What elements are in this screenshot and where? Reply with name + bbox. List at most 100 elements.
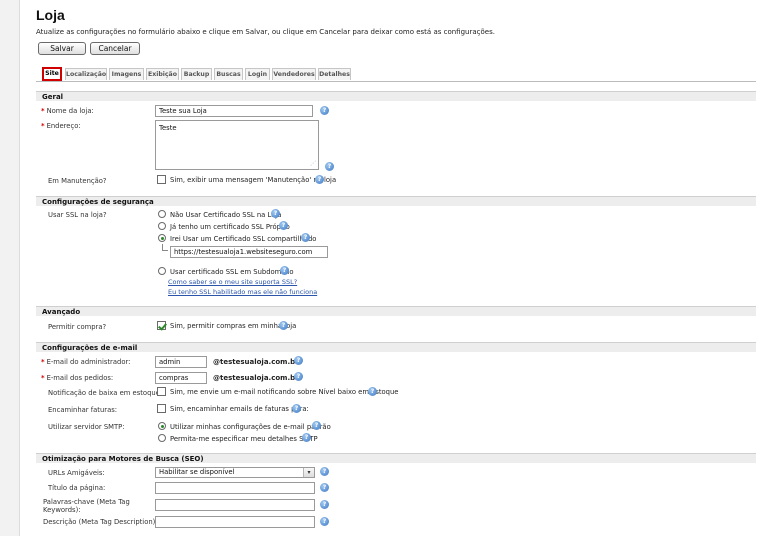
low-stock-label: Notificação de baixa em estoque: bbox=[48, 389, 163, 397]
tab-site[interactable]: Site bbox=[42, 67, 62, 81]
help-icon[interactable]: ? bbox=[325, 162, 334, 171]
smtp-label: Utilizar servidor SMTP: bbox=[48, 423, 125, 431]
shared-ssl-url-input[interactable] bbox=[170, 246, 328, 258]
ssl-option-subdomain-text: Usar certificado SSL em Subdominio bbox=[170, 268, 294, 276]
page-title: Loja bbox=[36, 7, 65, 23]
section-seo-title: Otimização para Motores de Busca (SEO) bbox=[42, 455, 204, 463]
tabs-divider bbox=[36, 81, 756, 82]
left-gutter bbox=[0, 0, 20, 536]
help-icon[interactable]: ? bbox=[315, 175, 324, 184]
tree-connector bbox=[162, 244, 168, 251]
description-label: Descrição (Meta Tag Description): bbox=[43, 518, 158, 526]
orders-email-input[interactable] bbox=[155, 372, 207, 384]
save-button[interactable]: Salvar bbox=[38, 42, 86, 55]
tab-imagens[interactable]: Imagens bbox=[109, 68, 144, 80]
tab-login[interactable]: Login bbox=[245, 68, 270, 80]
orders-email-label: * E-mail dos pedidos: bbox=[41, 374, 114, 382]
invoices-label: Encaminhar faturas: bbox=[48, 406, 118, 414]
ssl-option-own-text: Já tenho um certificado SSL Próprio bbox=[170, 223, 290, 231]
tab-detalhes[interactable]: Detalhes bbox=[318, 68, 351, 80]
page-title-input[interactable] bbox=[155, 482, 315, 494]
low-stock-checkbox[interactable] bbox=[157, 387, 166, 396]
required-marker: * bbox=[41, 122, 45, 130]
required-marker: * bbox=[41, 374, 45, 382]
tab-localizacao[interactable]: Localização bbox=[65, 68, 107, 80]
smtp-custom-radio[interactable] bbox=[158, 434, 166, 442]
help-icon[interactable]: ? bbox=[301, 233, 310, 242]
help-icon[interactable]: ? bbox=[320, 106, 329, 115]
friendly-urls-select[interactable]: Habilitar se disponível ▾ bbox=[155, 467, 315, 478]
section-seo-header: Otimização para Motores de Busca (SEO) bbox=[36, 453, 756, 463]
cancel-button[interactable]: Cancelar bbox=[90, 42, 140, 55]
section-advanced-header: Avançado bbox=[36, 306, 756, 316]
ssl-option-none-text: Não Usar Certificado SSL na Loja bbox=[170, 211, 282, 219]
tab-vendedores[interactable]: Vendedores bbox=[272, 68, 316, 80]
help-icon[interactable]: ? bbox=[279, 221, 288, 230]
chevron-down-icon[interactable]: ▾ bbox=[303, 468, 314, 477]
section-geral-title: Geral bbox=[42, 93, 64, 101]
help-icon[interactable]: ? bbox=[320, 500, 329, 509]
store-name-label: * Nome da loja: bbox=[41, 107, 94, 115]
tab-buscas[interactable]: Buscas bbox=[214, 68, 243, 80]
store-name-input[interactable] bbox=[155, 105, 313, 117]
smtp-default-radio[interactable] bbox=[158, 422, 166, 430]
invoices-option-text: Sim, encaminhar emails de faturas para: bbox=[170, 405, 309, 413]
help-icon[interactable]: ? bbox=[294, 356, 303, 365]
smtp-custom-text: Permita-me especificar meu detalhes SMTP bbox=[170, 435, 318, 443]
invoices-checkbox[interactable] bbox=[157, 404, 166, 413]
help-icon[interactable]: ? bbox=[302, 433, 311, 442]
help-icon[interactable]: ? bbox=[320, 517, 329, 526]
maintenance-option-text: Sim, exibir uma mensagem 'Manutenção' na… bbox=[170, 176, 337, 184]
orders-email-domain: @testesualoja.com.br bbox=[213, 374, 299, 382]
maintenance-label: Em Manutenção? bbox=[48, 177, 107, 185]
settings-tabs: Site Localização Imagens Exibição Backup… bbox=[42, 67, 756, 81]
friendly-urls-selected: Habilitar se disponível bbox=[159, 468, 235, 476]
ssl-option-shared-text: Irei Usar um Certificado SSL compartilha… bbox=[170, 235, 317, 243]
ssl-option-subdomain-radio[interactable] bbox=[158, 267, 166, 275]
keywords-input[interactable] bbox=[155, 499, 315, 511]
allow-purchase-label: Permitir compra? bbox=[48, 323, 107, 331]
section-security-header: Configurações de segurança bbox=[36, 196, 756, 206]
required-marker: * bbox=[41, 358, 45, 366]
section-advanced-title: Avançado bbox=[42, 308, 81, 316]
help-icon[interactable]: ? bbox=[368, 387, 377, 396]
low-stock-option-text: Sim, me envie um e-mail notificando sobr… bbox=[170, 388, 399, 396]
admin-email-input[interactable] bbox=[155, 356, 207, 368]
ssl-not-working-link[interactable]: Eu tenho SSL habilitado mas ele não func… bbox=[168, 288, 317, 296]
help-icon[interactable]: ? bbox=[320, 467, 329, 476]
help-icon[interactable]: ? bbox=[279, 321, 288, 330]
tab-exibicao[interactable]: Exibição bbox=[146, 68, 179, 80]
maintenance-checkbox[interactable] bbox=[157, 175, 166, 184]
admin-email-label: * E-mail do administrador: bbox=[41, 358, 131, 366]
resize-grip-icon[interactable]: ⋰ bbox=[310, 160, 316, 167]
allow-purchase-checkbox[interactable] bbox=[157, 321, 166, 330]
description-input[interactable] bbox=[155, 516, 315, 528]
section-email-header: Configurações de e-mail bbox=[36, 342, 756, 352]
help-icon[interactable]: ? bbox=[271, 209, 280, 218]
address-textarea[interactable]: Teste bbox=[155, 120, 319, 170]
allow-purchase-option-text: Sim, permitir compras em minha loja bbox=[170, 322, 297, 330]
required-marker: * bbox=[41, 107, 45, 115]
help-icon[interactable]: ? bbox=[320, 483, 329, 492]
help-icon[interactable]: ? bbox=[294, 372, 303, 381]
help-icon[interactable]: ? bbox=[292, 404, 301, 413]
ssl-option-shared-radio[interactable] bbox=[158, 234, 166, 242]
address-field-wrap: Teste ⋰ bbox=[155, 120, 319, 170]
smtp-default-text: Utilizar minhas configurações de e-mail … bbox=[170, 423, 331, 431]
help-icon[interactable]: ? bbox=[280, 266, 289, 275]
page-instructions: Atualize as configurações no formulário … bbox=[36, 28, 495, 36]
section-email-title: Configurações de e-mail bbox=[42, 344, 138, 352]
ssl-support-link[interactable]: Como saber se o meu site suporta SSL? bbox=[168, 278, 297, 286]
section-geral-header: Geral bbox=[36, 91, 756, 101]
tab-backup[interactable]: Backup bbox=[181, 68, 212, 80]
keywords-label: Palavras-chave (Meta Tag Keywords): bbox=[43, 498, 130, 514]
ssl-label: Usar SSL na loja? bbox=[48, 211, 107, 219]
section-security-title: Configurações de segurança bbox=[42, 198, 154, 206]
ssl-option-own-radio[interactable] bbox=[158, 222, 166, 230]
address-label: * Endereço: bbox=[41, 122, 81, 130]
help-icon[interactable]: ? bbox=[312, 421, 321, 430]
page-title-label: Título da página: bbox=[48, 484, 106, 492]
friendly-urls-label: URLs Amigáveis: bbox=[48, 469, 105, 477]
admin-email-domain: @testesualoja.com.br bbox=[213, 358, 299, 366]
ssl-option-none-radio[interactable] bbox=[158, 210, 166, 218]
